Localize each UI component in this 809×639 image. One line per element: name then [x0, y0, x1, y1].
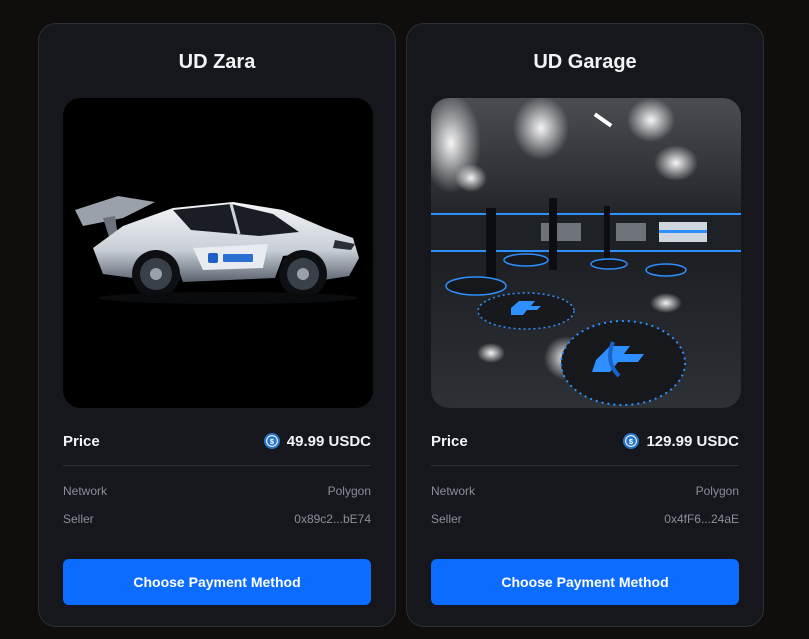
nft-image — [431, 98, 741, 408]
choose-payment-method-button[interactable]: Choose Payment Method — [431, 559, 739, 605]
seller-label: Seller — [431, 512, 462, 526]
usdc-coin-icon: $ — [623, 433, 640, 449]
nft-card-ud-garage: UD Garage Price $ 129.99 USDC Network Po… — [406, 23, 764, 627]
seller-row: Seller 0x4fF6...24aE — [431, 511, 739, 527]
choose-payment-method-button[interactable]: Choose Payment Method — [63, 559, 371, 605]
price-amount: 129.99 USDC — [646, 432, 739, 450]
price-value: $ 129.99 USDC — [623, 433, 739, 450]
seller-address[interactable]: 0x89c2...bE74 — [294, 512, 371, 526]
divider — [431, 465, 739, 466]
price-row: Price $ 129.99 USDC — [431, 430, 739, 452]
price-label: Price — [63, 432, 100, 450]
nft-image — [63, 98, 373, 408]
garage-image — [431, 98, 741, 408]
network-value: Polygon — [695, 484, 739, 498]
card-title: UD Zara — [178, 51, 256, 73]
usdc-coin-icon: $ — [263, 433, 280, 449]
network-row: Network Polygon — [63, 483, 371, 499]
seller-row: Seller 0x89c2...bE74 — [63, 511, 371, 527]
card-title: UD Garage — [533, 51, 637, 73]
price-row: Price $ 49.99 USDC — [63, 430, 371, 452]
price-label: Price — [431, 432, 468, 450]
network-label: Network — [63, 484, 108, 498]
sports-car-image — [63, 98, 373, 408]
seller-address[interactable]: 0x4fF6...24aE — [664, 512, 739, 526]
divider — [63, 465, 371, 466]
seller-label: Seller — [63, 512, 94, 526]
network-value: Polygon — [327, 484, 371, 498]
network-row: Network Polygon — [431, 483, 739, 499]
price-amount: 49.99 USDC — [286, 432, 371, 450]
price-value: $ 49.99 USDC — [263, 432, 371, 450]
nft-card-ud-zara: UD Zara Price $ 49.99 USDC Network Polyg… — [38, 23, 396, 627]
network-label: Network — [431, 484, 476, 498]
